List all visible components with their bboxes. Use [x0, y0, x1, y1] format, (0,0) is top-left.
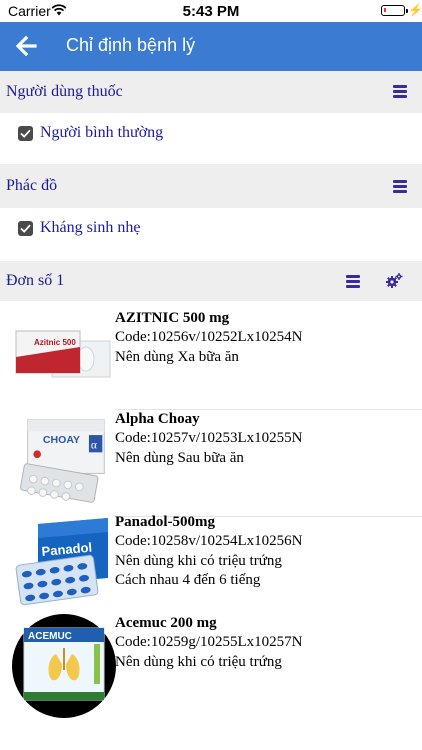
- svg-text:Azitnic 500: Azitnic 500: [34, 338, 76, 347]
- drug-package-image: Azitnic 500: [15, 330, 111, 378]
- prescription-title: Đơn số 1: [6, 272, 65, 289]
- clock-time: 5:43 PM: [182, 3, 240, 20]
- drug-package-image: CHOAY α: [20, 419, 105, 503]
- drug-code: Code:10259g/10255Lx10257N: [115, 634, 303, 650]
- section-title-regimen: Phác đồ: [6, 177, 58, 194]
- drug-package-image: Panadol: [15, 518, 108, 606]
- drug-item-acemuc[interactable]: Acemuc 200 mg Code:10259g/10255Lx10257N …: [0, 614, 422, 718]
- section-header-user: Người dùng thuốc: [0, 71, 422, 113]
- drug-name: Panadol-500mg: [115, 514, 216, 530]
- prescription-header: Đơn số 1: [0, 261, 422, 301]
- navigation-bar: Chỉ định bệnh lý: [0, 22, 422, 71]
- drug-item-azitnic[interactable]: Azitnic 500 AZITNIC 500 mg Code:10256v/1…: [0, 301, 422, 409]
- drug-usage: Nên dùng khi có triệu trứng: [115, 654, 282, 670]
- drug-usage-note: Cách nhau 4 đến 6 tiếng: [115, 572, 261, 588]
- page-title: Chỉ định bệnh lý: [66, 35, 196, 55]
- drug-usage: Nên dùng khi có triệu trứng: [115, 553, 282, 569]
- battery-level: [384, 8, 386, 12]
- drug-code: Code:10256v/10252Lx10254N: [115, 329, 303, 345]
- drug-name: Acemuc 200 mg: [115, 615, 217, 631]
- drug-item-panadol[interactable]: Panadol Panadol-500mg Code:10258v/10254L…: [0, 514, 422, 609]
- svg-text:CHOAY: CHOAY: [43, 434, 80, 446]
- checkbox-checked-icon[interactable]: [18, 126, 33, 141]
- drug-name: AZITNIC 500 mg: [115, 310, 230, 326]
- drug-name: Alpha Choay: [115, 411, 200, 427]
- drug-usage: Nên dùng Xa bữa ăn: [115, 349, 239, 365]
- charging-icon: ⚡: [408, 3, 422, 17]
- svg-text:α: α: [91, 440, 97, 452]
- gears-icon[interactable]: [385, 272, 403, 290]
- back-arrow-icon[interactable]: [14, 34, 38, 58]
- option-label: Kháng sinh nhẹ: [40, 219, 141, 236]
- section-title-user: Người dùng thuốc: [6, 83, 123, 100]
- drug-item-alpha-choay[interactable]: CHOAY α Alpha Choay Code:10257v/10253Lx1…: [0, 410, 422, 516]
- menu-icon[interactable]: [393, 180, 407, 193]
- drug-code: Code:10257v/10253Lx10255N: [115, 430, 303, 446]
- menu-icon[interactable]: [346, 275, 360, 288]
- menu-icon[interactable]: [393, 85, 407, 98]
- status-bar: Carrier 5:43 PM ⚡: [0, 0, 422, 22]
- drug-code: Code:10258v/10254Lx10256N: [115, 533, 303, 549]
- battery-icon: [381, 5, 408, 16]
- option-label: Người bình thường: [40, 124, 164, 141]
- section-header-regimen: Phác đồ: [0, 164, 422, 208]
- drug-usage: Nên dùng Sau bữa ăn: [115, 450, 244, 466]
- checkbox-checked-icon[interactable]: [18, 221, 33, 236]
